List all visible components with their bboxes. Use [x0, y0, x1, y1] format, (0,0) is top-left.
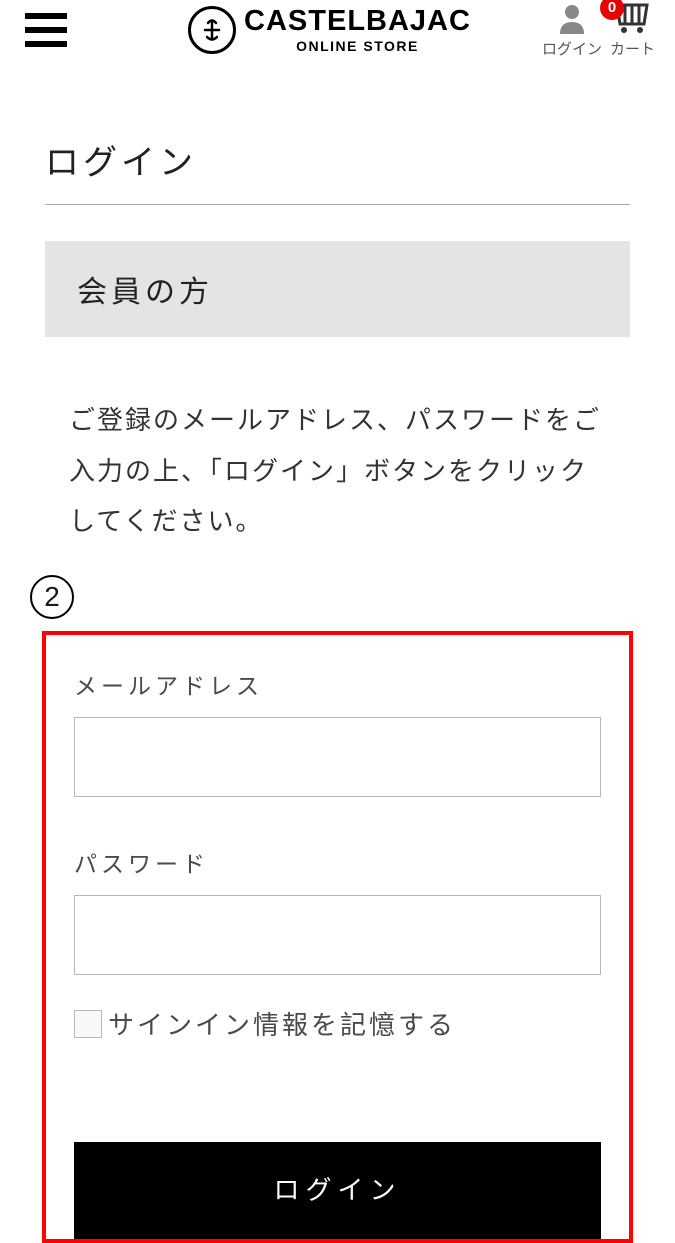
remember-label: サインイン情報を記憶する	[108, 1005, 456, 1042]
password-field-group: パスワード	[74, 845, 601, 1005]
step-badge: 2	[30, 575, 74, 619]
header-actions: ログイン 0 カート	[542, 2, 655, 59]
site-logo[interactable]: CASTELBAJAC ONLINE STORE	[188, 6, 471, 54]
member-section-header: 会員の方	[45, 241, 630, 337]
cart-count-badge: 0	[600, 0, 624, 20]
main-content: ログイン 会員の方 ご登録のメールアドレス、パスワードをご入力の上、「ログイン」…	[0, 70, 675, 547]
cart-link-label: カート	[610, 38, 655, 59]
login-button[interactable]: ログイン	[74, 1142, 601, 1239]
logo-emblem-icon	[188, 6, 236, 54]
login-link[interactable]: ログイン	[542, 2, 602, 59]
login-form-annotation: メールアドレス パスワード サインイン情報を記憶する ログイン	[42, 631, 633, 1243]
remember-checkbox[interactable]	[74, 1010, 102, 1038]
email-input[interactable]	[74, 717, 601, 797]
login-instruction: ご登録のメールアドレス、パスワードをご入力の上、「ログイン」ボタンをクリックして…	[45, 395, 630, 547]
logo-text: CASTELBAJAC ONLINE STORE	[244, 7, 471, 53]
password-label: パスワード	[74, 845, 601, 879]
email-field-group: メールアドレス	[74, 667, 601, 845]
email-label: メールアドレス	[74, 667, 601, 701]
page-title: ログイン	[45, 135, 630, 205]
brand-name: CASTELBAJAC	[244, 7, 471, 36]
remember-row: サインイン情報を記憶する	[74, 1005, 601, 1042]
menu-button[interactable]	[25, 13, 67, 47]
site-header: CASTELBAJAC ONLINE STORE ログイン 0	[0, 0, 675, 70]
cart-link[interactable]: 0 カート	[610, 2, 655, 59]
user-icon	[557, 2, 587, 34]
login-link-label: ログイン	[542, 38, 602, 59]
brand-subtitle: ONLINE STORE	[244, 39, 471, 53]
password-input[interactable]	[74, 895, 601, 975]
